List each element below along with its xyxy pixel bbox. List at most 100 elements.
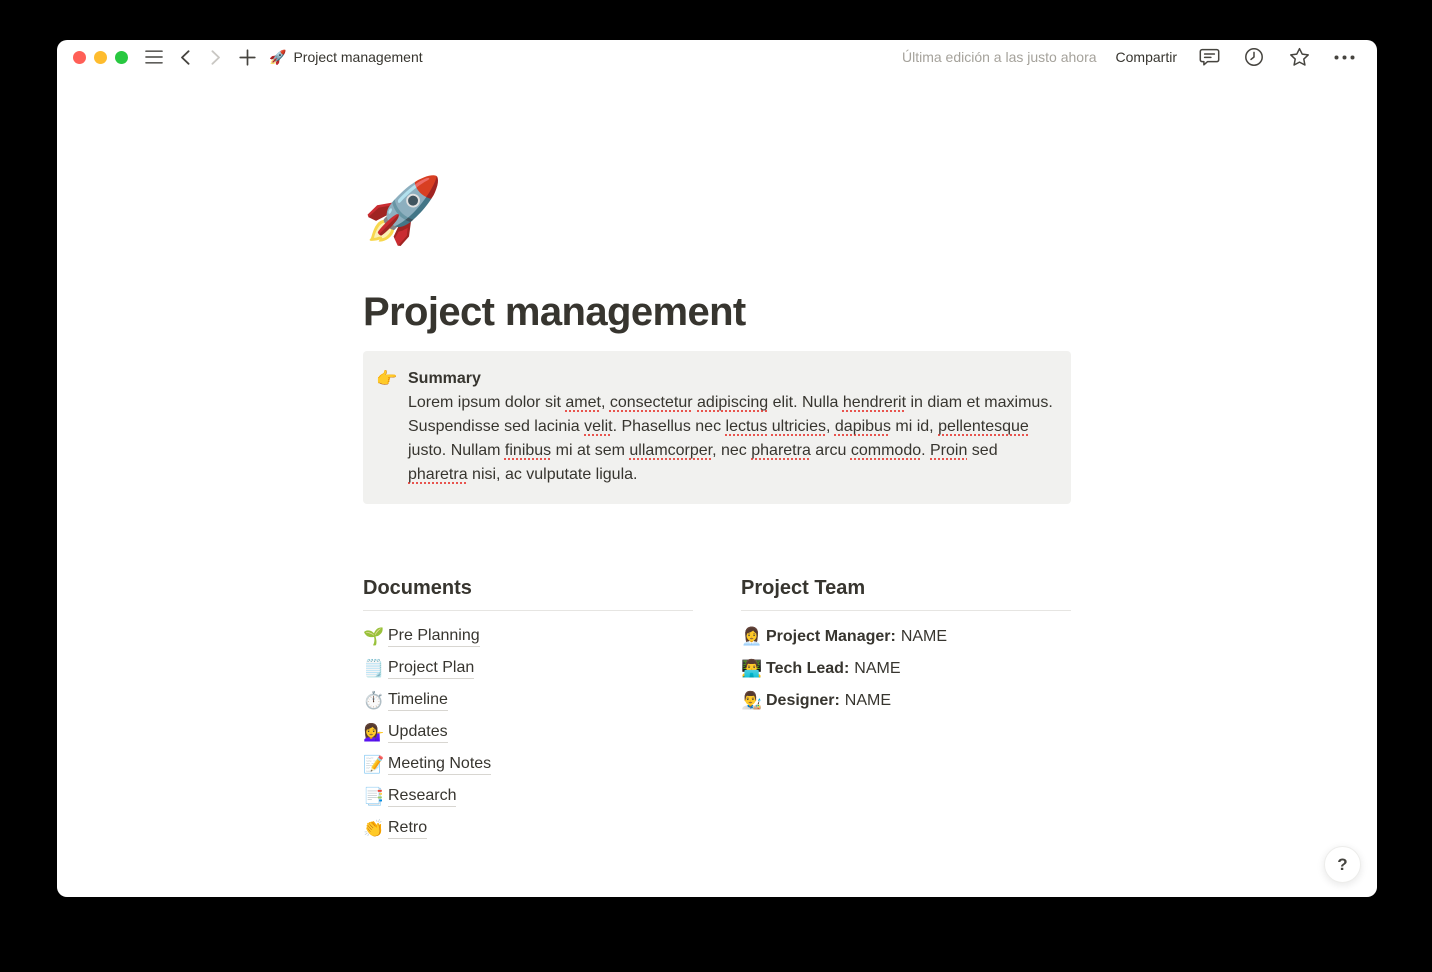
callout-heading: Summary xyxy=(408,370,481,387)
documents-section: Documents 🌱 Pre Planning 🗒️ Project Plan… xyxy=(363,576,693,845)
star-icon xyxy=(1289,47,1309,66)
document-list-item: 👏 Retro xyxy=(363,813,693,845)
document-page-link[interactable]: Updates xyxy=(388,723,448,743)
close-window-button[interactable] xyxy=(73,50,86,64)
team-list: 👩‍💼 Project Manager: NAME 👨‍💻 Tech Lead: N… xyxy=(741,621,1071,717)
misspelled-word: lectus xyxy=(725,418,768,435)
summary-callout: 👉 Summary Lorem ipsum dolor sit amet, co… xyxy=(363,351,1071,504)
team-list-item: 👨‍🎨 Designer: NAME xyxy=(741,685,1071,717)
text-segment: , xyxy=(826,418,835,435)
document-emoji-icon: 💁‍♀️ xyxy=(363,723,385,742)
member-name: NAME xyxy=(854,660,901,677)
member-role-label: Project Manager: xyxy=(766,628,896,645)
text-segment: justo. Nullam xyxy=(408,442,505,459)
misspelled-word: ultricies xyxy=(771,418,826,435)
document-page-link[interactable]: Retro xyxy=(388,819,428,839)
misspelled-word: finibus xyxy=(504,442,552,459)
team-list-item: 👨‍💻 Tech Lead: NAME xyxy=(741,653,1071,685)
minimize-window-button[interactable] xyxy=(94,50,107,64)
text-segment: mi at sem xyxy=(551,442,630,459)
misspelled-word: commodo xyxy=(850,442,922,459)
page-content: 🚀 Project management 👉 Summary Lorem ips… xyxy=(363,74,1071,845)
text-segment: . xyxy=(921,442,930,459)
misspelled-word: dapibus xyxy=(834,418,891,435)
document-list-item: 💁‍♀️ Updates xyxy=(363,717,693,749)
new-tab-button[interactable] xyxy=(234,44,260,70)
document-page-link[interactable]: Timeline xyxy=(388,691,448,711)
document-list-item: ⏱️ Timeline xyxy=(363,685,693,717)
share-button[interactable]: Compartir xyxy=(1116,49,1177,65)
member-emoji-icon: 👨‍💻 xyxy=(741,659,763,678)
document-emoji-icon: 🌱 xyxy=(363,627,385,646)
misspelled-word: adipiscing xyxy=(697,394,769,411)
text-segment: , xyxy=(600,394,610,411)
hamburger-icon xyxy=(145,50,163,64)
team-section: Project Team 👩‍💼 Project Manager: NAME 👨‍… xyxy=(741,576,1071,845)
text-segment: . Phasellus nec xyxy=(612,418,726,435)
member-name: NAME xyxy=(900,628,948,645)
document-page-link[interactable]: Meeting Notes xyxy=(388,755,492,775)
member-role-label: Tech Lead: xyxy=(766,660,850,677)
pointing-finger-icon: 👉 xyxy=(376,369,398,388)
misspelled-word: pharetra xyxy=(751,442,811,459)
misspelled-word: velit xyxy=(584,418,613,435)
breadcrumb[interactable]: 🚀 Project management xyxy=(269,49,423,65)
document-list-item: 📝 Meeting Notes xyxy=(363,749,693,781)
page-rocket-icon[interactable]: 🚀 xyxy=(363,170,443,250)
last-edited-status: Última edición a las justo ahora xyxy=(901,49,1097,65)
help-button[interactable]: ? xyxy=(1324,846,1361,883)
text-segment: sed xyxy=(967,442,998,459)
callout-body: Summary Lorem ipsum dolor sit amet, cons… xyxy=(408,367,1055,487)
misspelled-word: Proin xyxy=(930,442,968,459)
document-emoji-icon: 👏 xyxy=(363,819,385,838)
more-options-button[interactable] xyxy=(1331,44,1357,70)
favorite-button[interactable] xyxy=(1286,44,1312,70)
misspelled-word: amet xyxy=(565,394,601,411)
text-segment: arcu xyxy=(810,442,851,459)
document-list-item: 🌱 Pre Planning xyxy=(363,621,693,653)
history-button[interactable] xyxy=(1241,44,1267,70)
document-emoji-icon: 📑 xyxy=(363,787,385,806)
document-emoji-icon: ⏱️ xyxy=(363,691,385,710)
member-role-label: Designer: xyxy=(766,692,840,709)
misspelled-word: consectetur xyxy=(609,394,693,411)
misspelled-word: pharetra xyxy=(408,466,468,483)
titlebar-actions: Última edición a las justo ahora Compart… xyxy=(902,44,1357,70)
page-title[interactable]: Project management xyxy=(363,288,1071,336)
back-button[interactable] xyxy=(172,44,198,70)
team-list-item: 👩‍💼 Project Manager: NAME xyxy=(741,621,1071,653)
window-controls xyxy=(73,50,128,64)
misspelled-word: hendrerit xyxy=(842,394,907,411)
breadcrumb-page-title: Project management xyxy=(293,49,423,65)
text-segment: mi id, xyxy=(890,418,939,435)
member-text: Project Manager: NAME xyxy=(766,628,947,646)
callout-text: Lorem ipsum dolor sit amet, consectetur … xyxy=(408,391,1055,487)
document-page-link[interactable]: Pre Planning xyxy=(388,627,480,647)
zoom-window-button[interactable] xyxy=(115,50,128,64)
document-page-link[interactable]: Research xyxy=(388,787,457,807)
ellipsis-icon xyxy=(1334,55,1354,59)
member-emoji-icon: 👨‍🎨 xyxy=(741,691,763,710)
text-segment: elit. Nulla xyxy=(768,394,843,411)
breadcrumb-page-emoji: 🚀 xyxy=(269,49,287,65)
titlebar: 🚀 Project management Última edición a la… xyxy=(57,40,1377,74)
chevron-left-icon xyxy=(181,49,190,65)
document-emoji-icon: 🗒️ xyxy=(363,659,385,678)
member-name: NAME xyxy=(844,692,892,709)
document-page-link[interactable]: Project Plan xyxy=(388,659,475,679)
document-list-item: 🗒️ Project Plan xyxy=(363,653,693,685)
text-segment: Lorem ipsum dolor sit xyxy=(408,394,566,411)
documents-heading: Documents xyxy=(363,576,693,611)
member-text: Designer: NAME xyxy=(766,692,891,710)
documents-list: 🌱 Pre Planning 🗒️ Project Plan ⏱️ Timeli… xyxy=(363,621,693,845)
comments-button[interactable] xyxy=(1196,44,1222,70)
forward-button[interactable] xyxy=(203,44,229,70)
member-emoji-icon: 👩‍💼 xyxy=(741,627,763,646)
nav-controls xyxy=(141,44,260,70)
misspelled-word: pellentesque xyxy=(938,418,1029,435)
plus-icon xyxy=(238,48,256,66)
clock-icon xyxy=(1245,48,1263,66)
sidebar-menu-icon[interactable] xyxy=(141,44,167,70)
notion-window: 🚀 Project management Última edición a la… xyxy=(57,40,1377,897)
chevron-right-icon xyxy=(211,49,220,65)
